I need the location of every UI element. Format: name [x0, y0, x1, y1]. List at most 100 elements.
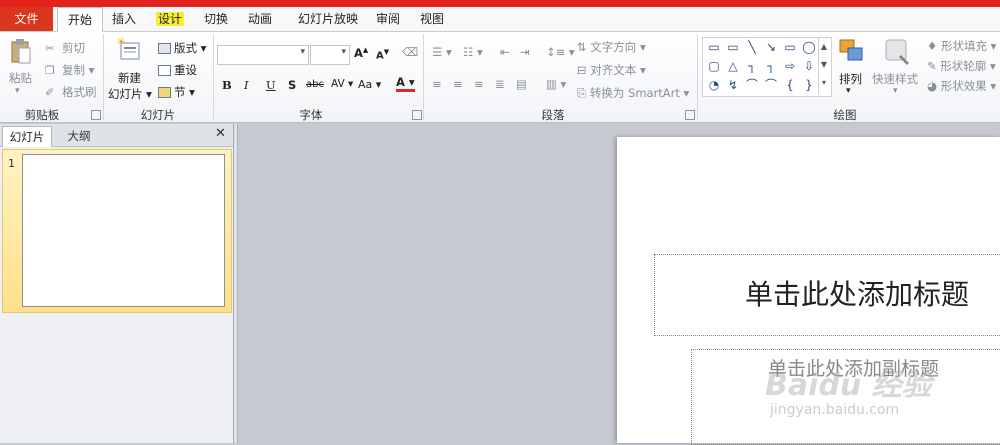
grow-font-label: A: [354, 46, 363, 60]
paste-button[interactable]: 粘贴: [9, 70, 32, 86]
shape-gallery-item[interactable]: ┐: [762, 58, 780, 74]
distribute-icon[interactable]: ▤: [516, 77, 527, 91]
new-slide-icon[interactable]: ✳: [117, 37, 141, 66]
arrange-icon[interactable]: [838, 38, 864, 67]
shape-fill-button[interactable]: ♦ 形状填充 ▾: [927, 38, 996, 54]
strikethrough-button[interactable]: abc: [306, 79, 324, 90]
shadow-button[interactable]: S: [288, 78, 296, 92]
char-spacing-button[interactable]: AV ▾: [331, 78, 353, 90]
new-slide-label[interactable]: 新建: [118, 70, 141, 86]
tab-view[interactable]: 视图: [412, 7, 452, 31]
align-text-icon: ⊟: [577, 63, 587, 77]
align-text-button[interactable]: ⊟ 对齐文本 ▾: [577, 62, 646, 78]
shape-gallery-item[interactable]: ▭: [781, 39, 799, 55]
font-color-button[interactable]: A ▾: [396, 76, 415, 92]
numbering-icon[interactable]: ☷ ▾: [463, 45, 483, 59]
new-slide-dropdown[interactable]: 幻灯片 ▾: [108, 86, 152, 102]
char-spacing-label: AV: [331, 78, 345, 90]
shape-gallery-item[interactable]: ⌒: [762, 77, 780, 93]
panel-splitter[interactable]: [234, 124, 238, 443]
shape-gallery-item[interactable]: ▭: [705, 39, 723, 55]
increase-indent-icon[interactable]: ⇥: [520, 45, 530, 59]
text-direction-button[interactable]: ⇅ 文字方向 ▾: [577, 39, 646, 55]
tab-insert[interactable]: 插入: [104, 7, 144, 31]
quick-styles-icon[interactable]: [884, 38, 910, 69]
shape-gallery-item[interactable]: ⇩: [800, 58, 818, 74]
font-launcher-icon[interactable]: [412, 110, 422, 120]
close-icon[interactable]: ✕: [215, 126, 226, 141]
shape-gallery-item[interactable]: ◯: [800, 39, 818, 55]
shape-gallery-item[interactable]: ↯: [724, 77, 742, 93]
italic-button[interactable]: I: [244, 78, 249, 92]
grow-font-button[interactable]: A▲: [354, 46, 368, 60]
copy-icon: ❐: [45, 63, 55, 77]
tab-animations[interactable]: 动画: [240, 7, 280, 31]
shape-gallery-item[interactable]: ▭: [724, 39, 742, 55]
arrange-dropdown-icon[interactable]: ▾: [846, 86, 851, 96]
align-center-icon[interactable]: ≡: [453, 77, 463, 91]
tab-review[interactable]: 审阅: [368, 7, 408, 31]
shape-gallery-item[interactable]: {: [781, 77, 799, 93]
shape-gallery-item[interactable]: ▢: [705, 58, 723, 74]
shape-gallery-item[interactable]: ┐: [743, 58, 761, 74]
bullets-icon[interactable]: ☰ ▾: [432, 45, 452, 59]
tab-design[interactable]: 设计: [150, 7, 190, 31]
quick-styles-button[interactable]: 快速样式: [872, 71, 918, 87]
clipboard-launcher-icon[interactable]: [91, 110, 101, 120]
quick-styles-dropdown-icon[interactable]: ▾: [893, 86, 898, 96]
slide-thumbnail[interactable]: [22, 154, 225, 307]
columns-icon[interactable]: ▥ ▾: [546, 77, 566, 91]
tab-slides[interactable]: 幻灯片: [2, 126, 52, 147]
shape-gallery-item[interactable]: ↘: [762, 39, 780, 55]
font-size-combo[interactable]: [310, 45, 350, 65]
tab-home[interactable]: 开始: [57, 7, 103, 33]
cut-label: 剪切: [62, 41, 85, 55]
reset-button[interactable]: 重设: [158, 62, 197, 78]
watermark-logo: Baidu 经验: [765, 368, 932, 403]
tab-file[interactable]: 文件: [0, 7, 53, 31]
layout-label: 版式: [174, 41, 197, 55]
tab-transitions[interactable]: 切换: [196, 7, 236, 31]
watermark-url: jingyan.baidu.com: [770, 402, 900, 418]
effects-icon: ◕: [927, 79, 938, 93]
shape-gallery-item[interactable]: }: [800, 77, 818, 93]
underline-button[interactable]: U: [266, 78, 276, 92]
shape-outline-label: 形状轮廓: [940, 59, 987, 73]
smartart-icon: ⎘: [577, 86, 587, 100]
format-painter-button[interactable]: ✐ 格式刷: [45, 84, 97, 100]
tab-slideshow[interactable]: 幻灯片放映: [288, 7, 368, 31]
shrink-font-button[interactable]: A▼: [376, 48, 389, 61]
section-button[interactable]: 节 ▾: [158, 84, 195, 100]
paste-dropdown-icon[interactable]: ▾: [15, 86, 20, 96]
shape-gallery-item[interactable]: ◔: [705, 77, 723, 93]
brush-icon: ✐: [45, 85, 55, 99]
justify-icon[interactable]: ≣: [495, 77, 505, 91]
tab-outline[interactable]: 大纲: [54, 126, 104, 146]
shape-outline-button[interactable]: ✎ 形状轮廓 ▾: [927, 58, 996, 74]
clear-format-icon[interactable]: ⌫: [402, 45, 418, 59]
copy-button[interactable]: ❐ 复制 ▾: [45, 62, 94, 78]
paste-icon[interactable]: [10, 38, 32, 69]
line-spacing-icon[interactable]: ↕≡ ▾: [546, 45, 575, 59]
cut-button[interactable]: ✂ 剪切: [45, 40, 85, 56]
shape-gallery-item[interactable]: ⌒: [743, 77, 761, 93]
decrease-indent-icon[interactable]: ⇤: [500, 45, 510, 59]
gallery-scroll[interactable]: ▲ ▼ ▾: [818, 38, 829, 94]
shape-effects-button[interactable]: ◕ 形状效果 ▾: [927, 78, 996, 94]
format-painter-label: 格式刷: [62, 85, 97, 99]
shape-gallery-item[interactable]: ╲: [743, 39, 761, 55]
smartart-button[interactable]: ⎘ 转换为 SmartArt ▾: [577, 85, 689, 101]
layout-button[interactable]: 版式 ▾: [158, 40, 206, 56]
smartart-label: 转换为 SmartArt: [589, 86, 680, 100]
paragraph-launcher-icon[interactable]: [685, 110, 695, 120]
change-case-button[interactable]: Aa ▾: [358, 78, 381, 91]
arrange-button[interactable]: 排列: [839, 71, 862, 87]
bold-button[interactable]: B: [222, 78, 232, 92]
paragraph-group-label: 段落: [541, 108, 565, 122]
shape-gallery-item[interactable]: △: [724, 58, 742, 74]
font-family-combo[interactable]: [217, 45, 309, 65]
align-right-icon[interactable]: ≡: [474, 77, 484, 91]
shape-gallery-item[interactable]: ⇨: [781, 58, 799, 74]
text-direction-label: 文字方向: [590, 40, 637, 54]
align-left-icon[interactable]: ≡: [432, 77, 442, 91]
